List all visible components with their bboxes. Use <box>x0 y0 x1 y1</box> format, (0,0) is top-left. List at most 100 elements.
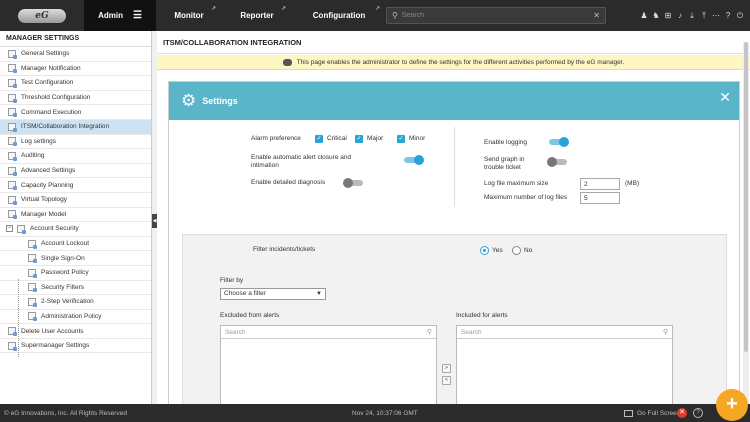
auto-closure-toggle[interactable] <box>402 155 424 165</box>
sidebar-item-virtual-topology[interactable]: Virtual Topology <box>0 193 151 208</box>
log-max-size-input[interactable] <box>580 178 620 190</box>
eg-logo[interactable]: eG <box>0 0 84 31</box>
download-icon[interactable]: ⤓ <box>686 11 698 21</box>
tab-reporter-label: Reporter <box>240 11 274 20</box>
sidebar-item-manager-notification[interactable]: Manager Notification <box>0 62 151 77</box>
tab-monitor[interactable]: Monitor ↗ <box>156 0 222 31</box>
sidebar: MANAGER SETTINGS General Settings Manage… <box>0 31 152 404</box>
sidebar-item-password-policy[interactable]: Password Policy <box>0 266 151 281</box>
alarm-major-checkbox[interactable]: ✓ <box>355 135 363 143</box>
included-list[interactable]: ⚲ <box>456 325 673 404</box>
sidebar-item-delete-user-accounts[interactable]: Delete User Accounts <box>0 324 151 339</box>
menu-icon[interactable]: ☰ <box>133 10 142 21</box>
alarm-critical-checkbox[interactable]: ✓ <box>315 135 323 143</box>
global-search[interactable]: ⚲ ✕ <box>386 7 606 24</box>
users-icon[interactable]: ♞ <box>650 11 662 20</box>
max-log-files-label: Maximum number of log files <box>484 194 568 201</box>
page-icon <box>28 268 37 278</box>
page-icon <box>8 166 17 176</box>
auto-closure-label: Enable automatic alert closure and intim… <box>251 154 352 169</box>
toolbar-icons: ♟ ♞ ⊞ ♪ ⤓ ⤒ ⋯ ? ⏻ <box>638 0 746 31</box>
global-search-input[interactable] <box>397 12 594 19</box>
tab-configuration[interactable]: Configuration ↗ <box>292 0 386 31</box>
main-content: ITSM/COLLABORATION INTEGRATION This page… <box>157 31 750 404</box>
excluded-label: Excluded from alerts <box>220 312 280 319</box>
filter-no-radio[interactable] <box>512 246 521 255</box>
settings-panel-title: Settings <box>202 96 238 106</box>
search-icon: ⚲ <box>426 329 432 336</box>
alarm-minor-label: Minor <box>409 135 426 142</box>
filter-yes-radio[interactable] <box>480 246 489 255</box>
sidebar-item-label: Test Configuration <box>21 79 74 87</box>
help-icon[interactable]: ? <box>693 408 703 418</box>
page-icon <box>8 108 17 118</box>
fullscreen-button[interactable]: Go Full Screen <box>624 409 680 417</box>
add-button[interactable]: + <box>716 389 748 421</box>
enable-logging-toggle[interactable] <box>547 137 569 147</box>
top-bar: eG Admin ☰ Monitor ↗ Reporter ↗ Configur… <box>0 0 750 31</box>
scrollbar-thumb[interactable] <box>744 42 748 352</box>
sidebar-item-general-settings[interactable]: General Settings <box>0 47 151 62</box>
sidebar-item-command-execution[interactable]: Command Execution <box>0 105 151 120</box>
included-label: Included for alerts <box>456 312 508 319</box>
sitemap-icon[interactable]: ⊞ <box>662 11 674 20</box>
toggle-knob <box>559 137 569 147</box>
more-icon[interactable]: ⋯ <box>710 11 722 20</box>
power-icon[interactable]: ⏻ <box>734 11 746 21</box>
page-icon <box>28 239 37 249</box>
filter-by-label: Filter by <box>220 277 244 284</box>
sidebar-item-label: Account Security <box>30 225 79 233</box>
alarm-minor-checkbox[interactable]: ✓ <box>397 135 405 143</box>
bell-icon[interactable]: ♪ <box>674 11 686 20</box>
sidebar-item-account-lockout[interactable]: Account Lockout <box>0 237 151 252</box>
filter-select[interactable]: Choose a filter ▼ <box>220 288 326 300</box>
sidebar-item-single-sign-on[interactable]: Single Sign-On <box>0 251 151 266</box>
excluded-search-input[interactable] <box>225 328 427 336</box>
tab-reporter[interactable]: Reporter ↗ <box>222 0 292 31</box>
sidebar-item-test-configuration[interactable]: Test Configuration <box>0 76 151 91</box>
move-right-button[interactable]: > <box>442 364 451 373</box>
send-graph-toggle[interactable] <box>547 157 569 167</box>
page-icon <box>8 64 17 74</box>
filter-incidents-label: Filter incidents/tickets <box>253 246 316 253</box>
excluded-list[interactable]: ⚲ <box>220 325 437 404</box>
sidebar-item-advanced-settings[interactable]: Advanced Settings <box>0 164 151 179</box>
external-link-icon: ↗ <box>280 6 286 12</box>
max-log-files-input[interactable] <box>580 192 620 204</box>
sidebar-item-capacity-planning[interactable]: Capacity Planning <box>0 178 151 193</box>
user-icon[interactable]: ♟ <box>638 11 650 20</box>
sidebar-item-label: Auditing <box>21 152 45 160</box>
page-icon <box>8 341 17 351</box>
sidebar-item-itsm-collaboration[interactable]: ITSM/Collaboration Integration <box>0 119 151 135</box>
sidebar-item-threshold-configuration[interactable]: Threshold Configuration <box>0 91 151 106</box>
sidebar-item-administration-policy[interactable]: Administration Policy <box>0 310 151 325</box>
clear-search-icon[interactable]: ✕ <box>593 11 600 20</box>
collapse-icon[interactable]: − <box>6 225 13 233</box>
sidebar-item-account-security[interactable]: − Account Security <box>0 222 151 237</box>
sidebar-item-2-step-verification[interactable]: 2-Step Verification <box>0 295 151 310</box>
sidebar-item-supermanager-settings[interactable]: Supermanager Settings <box>0 339 151 354</box>
page-icon <box>8 122 17 132</box>
included-search-input[interactable] <box>461 328 663 336</box>
sidebar-item-log-settings[interactable]: Log settings <box>0 135 151 150</box>
excluded-search: ⚲ <box>221 326 436 339</box>
move-left-button[interactable]: < <box>442 376 451 385</box>
tab-admin[interactable]: Admin ☰ <box>84 0 156 31</box>
sidebar-item-label: Supermanager Settings <box>21 342 90 350</box>
sidebar-item-label: Password Policy <box>41 269 89 277</box>
help-icon[interactable]: ? <box>722 11 734 20</box>
sidebar-item-manager-model[interactable]: Manager Model <box>0 208 151 223</box>
detailed-diagnosis-label: Enable detailed diagnosis <box>251 179 326 186</box>
upload-icon[interactable]: ⤒ <box>698 11 710 21</box>
toggle-knob <box>547 157 557 167</box>
sidebar-item-label: 2-Step Verification <box>41 298 94 306</box>
main-scrollbar[interactable] <box>743 42 749 404</box>
sidebar-item-security-filters[interactable]: Security Filters <box>0 281 151 296</box>
sidebar-item-auditing[interactable]: Auditing <box>0 149 151 164</box>
close-icon[interactable]: ✕ <box>677 408 687 418</box>
detailed-diagnosis-toggle[interactable] <box>343 178 365 188</box>
sidebar-item-label: Single Sign-On <box>41 254 85 262</box>
send-graph-label: Send graph in trouble ticket <box>484 156 525 171</box>
sidebar-item-label: Security Filters <box>41 283 84 291</box>
close-icon[interactable]: ✕ <box>719 90 731 104</box>
